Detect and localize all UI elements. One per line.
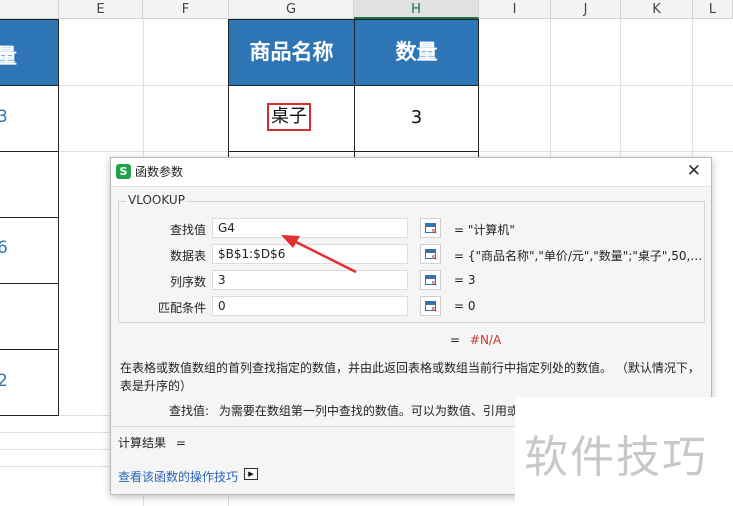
collapse-dialog-button[interactable]: ↖: [420, 218, 441, 238]
table-border: [58, 86, 59, 416]
header-cell-quantity[interactable]: 数量: [354, 19, 479, 86]
table-border: [0, 283, 59, 284]
param-result-lookup-value: = "计算机": [454, 223, 515, 237]
param-label-lookup-value: 查找值: [169, 223, 206, 237]
table-array-input[interactable]: $B$1:$D$6: [212, 244, 408, 264]
param-result-range-lookup: = 0: [454, 299, 476, 313]
param-label-table-array: 数据表: [169, 249, 206, 263]
col-header-left[interactable]: [0, 0, 59, 19]
header-partial-text: 量: [0, 44, 17, 68]
table-cell-value[interactable]: 6: [0, 238, 8, 258]
function-tips-link[interactable]: 查看该函数的操作技巧: [118, 468, 238, 485]
overall-result: = #N/A: [450, 333, 501, 347]
function-description: 在表格或数值数组的首列查找指定的数值，并由此返回表格或数组当前行中指定列处的数值…: [120, 361, 700, 393]
dialog-titlebar[interactable]: S 函数参数 ✕: [111, 158, 711, 187]
param-label-col-index: 列序数: [169, 275, 206, 289]
col-header-i[interactable]: I: [479, 0, 551, 19]
collapse-dialog-button[interactable]: ↖: [420, 244, 441, 264]
argument-description: 查找值: 为需要在数组第一列中查找的数值。可以为数值、引用或: [169, 402, 519, 419]
param-result-col-index: = 3: [454, 273, 476, 287]
col-header-k[interactable]: K: [621, 0, 693, 19]
watermark-text: 软件技巧: [524, 432, 708, 483]
collapse-dialog-button[interactable]: ↖: [420, 296, 441, 316]
table-cell-value[interactable]: 3: [0, 107, 8, 127]
header-cell-quantity-left[interactable]: 量: [0, 19, 59, 86]
function-name: VLOOKUP: [126, 193, 187, 207]
arrow-icon: ↖: [431, 253, 438, 262]
col-header-h[interactable]: H: [354, 0, 479, 19]
close-icon[interactable]: ✕: [687, 161, 701, 181]
highlighted-cell-text: 桌子: [267, 103, 311, 131]
table-border: [228, 151, 479, 152]
argument-help: 为需要在数组第一列中查找的数值。可以为数值、引用或: [218, 404, 519, 418]
overall-result-eq: =: [450, 333, 461, 347]
col-header-g[interactable]: G: [229, 0, 354, 19]
dialog-title: 函数参数: [135, 165, 184, 179]
table-border: [478, 86, 479, 158]
table-border: [0, 217, 59, 218]
col-header-f[interactable]: F: [143, 0, 229, 19]
table-border: [0, 151, 59, 152]
col-header-e[interactable]: E: [59, 0, 143, 19]
table-border: [0, 415, 59, 416]
table-cell-quantity[interactable]: 3: [355, 86, 478, 151]
arrow-icon: ↖: [431, 305, 438, 314]
argument-name: 查找值:: [169, 404, 210, 418]
calc-result-label: 计算结果: [118, 436, 167, 450]
param-result-table-array: = {"商品名称","单价/元","数量";"桌子",50,3...: [454, 249, 704, 263]
watermark: 软件技巧: [515, 397, 733, 506]
arrow-icon: ↖: [431, 227, 438, 236]
range-lookup-input[interactable]: 0: [212, 296, 408, 316]
calculation-result: 计算结果 =: [118, 434, 186, 451]
collapse-dialog-button[interactable]: ↖: [420, 270, 441, 290]
param-label-range-lookup: 匹配条件: [157, 301, 206, 315]
wps-spreadsheet-icon: S: [116, 164, 131, 179]
video-icon[interactable]: ▶: [244, 468, 258, 480]
calc-result-eq: =: [175, 436, 186, 450]
col-header-l[interactable]: L: [693, 0, 733, 19]
header-cell-product-name[interactable]: 商品名称: [228, 19, 355, 86]
table-cell-value[interactable]: 2: [0, 371, 8, 391]
col-index-input[interactable]: 3: [212, 270, 408, 290]
overall-result-value: #N/A: [469, 333, 502, 347]
arrow-icon: ↖: [431, 279, 438, 288]
table-border: [0, 349, 59, 350]
lookup-value-input[interactable]: G4: [212, 218, 408, 238]
col-header-j[interactable]: J: [551, 0, 621, 19]
table-cell-product[interactable]: 桌子: [229, 86, 354, 151]
